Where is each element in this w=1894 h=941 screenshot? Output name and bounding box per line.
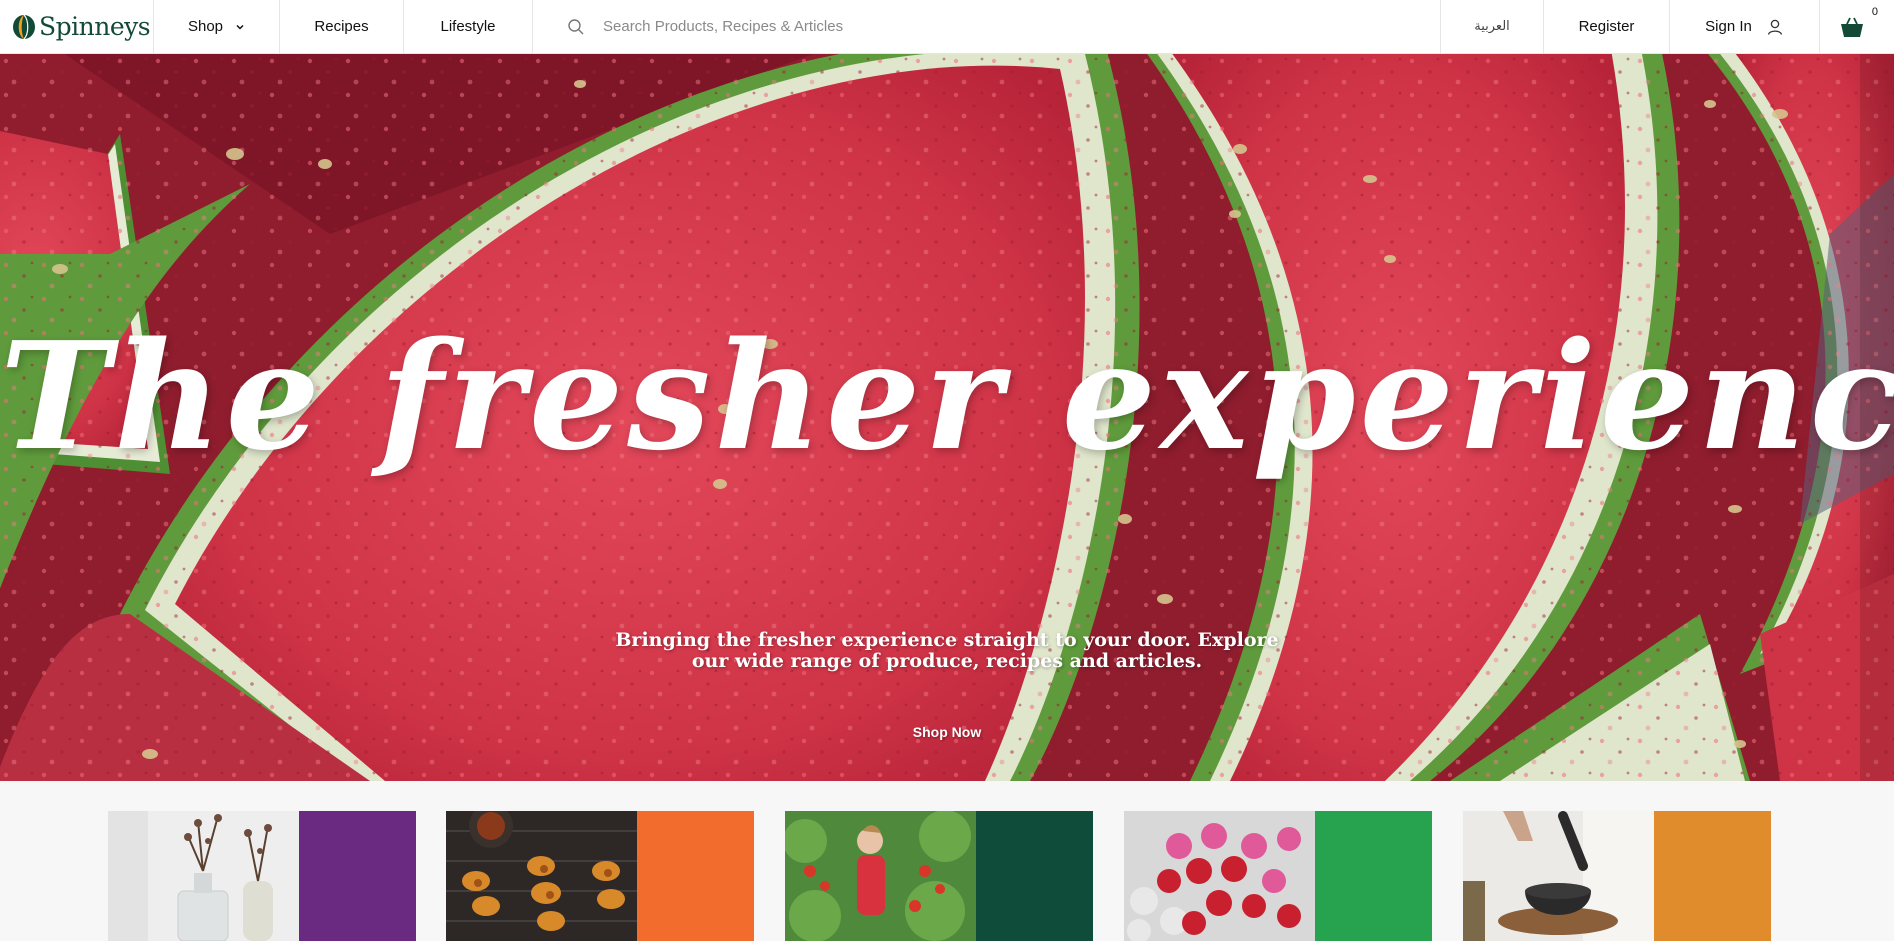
language-label: العربية	[1474, 19, 1510, 34]
category-card-garden[interactable]	[785, 811, 1093, 941]
register-label: Register	[1578, 18, 1635, 35]
category-cards	[0, 781, 1894, 941]
site-header: Spinneys Shop Recipes Lifestyle العربية …	[0, 0, 1894, 54]
nav-lifestyle-label: Lifestyle	[440, 18, 496, 35]
card-accent-swatch	[976, 811, 1093, 941]
spinneys-logo-icon	[13, 14, 35, 39]
logo-link[interactable]: Spinneys	[0, 0, 154, 53]
category-card-bbq[interactable]	[446, 811, 754, 941]
card-image-rose-bouquet	[1124, 811, 1315, 941]
user-icon	[1767, 19, 1782, 35]
cart-button[interactable]: 0	[1820, 0, 1894, 53]
sign-in-link[interactable]: Sign In	[1670, 0, 1820, 53]
category-card-flowers[interactable]	[1124, 811, 1432, 941]
card-image-child-in-garden	[785, 811, 976, 941]
search-bar[interactable]	[533, 0, 1441, 53]
category-card-cooking[interactable]	[1463, 811, 1771, 941]
hero-banner: The fresher experience Bringing the fres…	[0, 54, 1894, 781]
nav-shop[interactable]: Shop	[154, 0, 280, 53]
card-image-mortar-and-pestle	[1463, 811, 1654, 941]
nav-lifestyle[interactable]: Lifestyle	[404, 0, 533, 53]
nav-shop-label: Shop	[187, 18, 224, 35]
logo-text: Spinneys	[39, 12, 151, 41]
nav-recipes[interactable]: Recipes	[280, 0, 404, 53]
category-card-home[interactable]	[108, 811, 416, 941]
register-link[interactable]: Register	[1544, 0, 1670, 53]
card-image-bbq-skewers	[446, 811, 637, 941]
nav-recipes-label: Recipes	[314, 18, 369, 35]
hero-subtitle: Bringing the fresher experience straight…	[615, 629, 1279, 672]
chevron-down-icon	[236, 24, 244, 30]
search-icon	[568, 18, 584, 34]
language-toggle[interactable]: العربية	[1441, 0, 1544, 53]
card-accent-swatch	[299, 811, 416, 941]
card-image-home-decor	[108, 811, 299, 941]
search-input[interactable]	[603, 18, 1203, 35]
card-accent-swatch	[1315, 811, 1432, 941]
card-accent-swatch	[1654, 811, 1771, 941]
shop-now-button[interactable]: Shop Now	[872, 713, 1022, 751]
cart-count: 0	[1871, 6, 1878, 18]
sign-in-label: Sign In	[1705, 18, 1752, 35]
card-accent-swatch	[637, 811, 754, 941]
hero-title: The fresher experience	[0, 309, 1894, 483]
basket-icon	[1841, 17, 1863, 37]
